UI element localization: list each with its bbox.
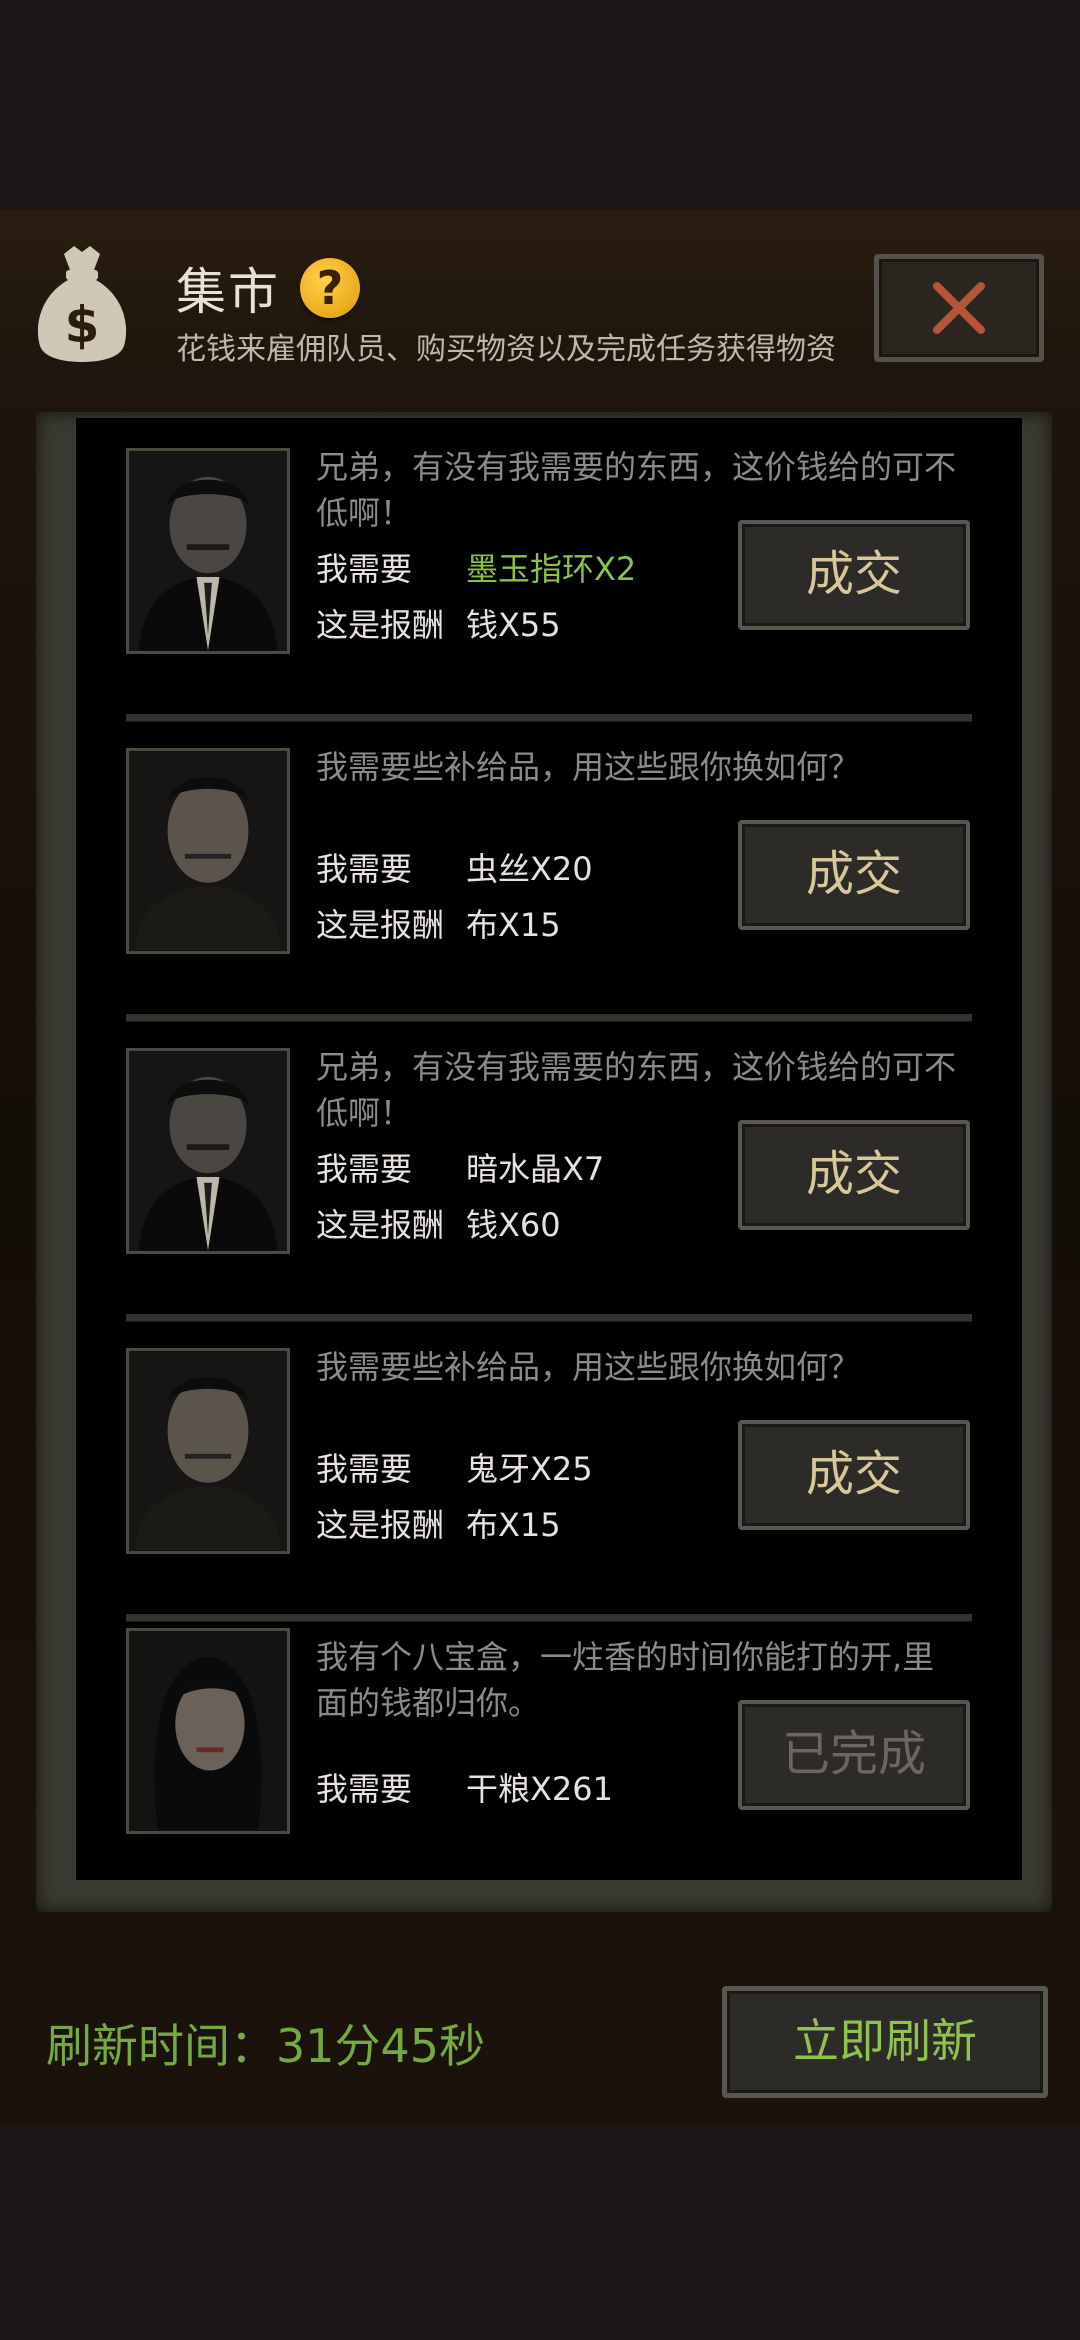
page-title: 集市 [176, 263, 280, 321]
close-button[interactable] [874, 254, 1044, 362]
reward-item: 钱X60 [466, 1206, 561, 1244]
need-item: 墨玉指环X2 [466, 550, 637, 588]
need-item: 干粮X261 [466, 1770, 614, 1808]
deal-button[interactable]: 成交 [738, 1420, 970, 1530]
market-dialog: $ 集市 ? 花钱来雇佣队员、购买物资以及完成任务获得物资 兄弟，有没有我需要的… [0, 210, 1080, 2126]
reward-label: 这是报酬 [316, 606, 445, 644]
trade-list[interactable]: 兄弟，有没有我需要的东西，这价钱给的可不低啊！ 我需要 墨玉指环X2 这是报酬 钱X55… [76, 418, 1022, 1880]
need-item: 虫丝X20 [466, 850, 593, 888]
man-suit-portrait [126, 448, 290, 654]
need-label: 我需要 [316, 1450, 413, 1488]
market-header: $ 集市 ? 花钱来雇佣队员、购买物资以及完成任务获得物资 [0, 210, 1080, 410]
man-rough-portrait [126, 748, 290, 954]
trade-message: 我需要些补给品，用这些跟你换如何？ [316, 748, 861, 786]
man-suit-portrait [126, 1048, 290, 1254]
need-item: 暗水晶X7 [466, 1150, 605, 1188]
divider [126, 1014, 972, 1022]
need-label: 我需要 [316, 1150, 413, 1188]
divider [126, 714, 972, 722]
trade-message: 我需要些补给品，用这些跟你换如何？ [316, 1348, 861, 1386]
refresh-now-button[interactable]: 立即刷新 [722, 1986, 1048, 2098]
need-label: 我需要 [316, 1770, 413, 1808]
divider [126, 1314, 972, 1322]
question-icon[interactable]: ? [300, 258, 360, 318]
need-label: 我需要 [316, 850, 413, 888]
need-label: 我需要 [316, 550, 413, 588]
need-item: 鬼牙X25 [466, 1450, 593, 1488]
man-rough-portrait [126, 1348, 290, 1554]
reward-item: 布X15 [466, 906, 561, 944]
reward-item: 钱X55 [466, 606, 561, 644]
trade-card: 兄弟，有没有我需要的东西，这价钱给的可不低啊！ 我需要 墨玉指环X2 这是报酬 钱X55… [126, 424, 972, 724]
reward-item: 布X15 [466, 1506, 561, 1544]
page-subtitle: 花钱来雇佣队员、购买物资以及完成任务获得物资 [176, 332, 836, 367]
trade-card: 我需要些补给品，用这些跟你换如何？ 我需要 鬼牙X25 这是报酬 布X15 成交 [126, 1324, 972, 1624]
svg-text:$: $ [65, 296, 100, 354]
trade-card: 我有个八宝盒，一炷香的时间你能打的开,里面的钱都归你。 我需要 干粮X261 已完成 [126, 1614, 972, 1914]
reward-label: 这是报酬 [316, 1206, 445, 1244]
completed-button: 已完成 [738, 1700, 970, 1810]
money-bag-icon: $ [37, 246, 127, 362]
trade-card: 兄弟，有没有我需要的东西，这价钱给的可不低啊！ 我需要 暗水晶X7 这是报酬 钱X60 成… [126, 1024, 972, 1324]
refresh-time: 刷新时间：31分45秒 [46, 2019, 486, 2073]
trade-list-frame: 兄弟，有没有我需要的东西，这价钱给的可不低啊！ 我需要 墨玉指环X2 这是报酬 钱X55… [36, 412, 1052, 1912]
woman-portrait [126, 1628, 290, 1834]
deal-button[interactable]: 成交 [738, 820, 970, 930]
deal-button[interactable]: 成交 [738, 1120, 970, 1230]
deal-button[interactable]: 成交 [738, 520, 970, 630]
trade-card: 我需要些补给品，用这些跟你换如何？ 我需要 虫丝X20 这是报酬 布X15 成交 [126, 724, 972, 1024]
reward-label: 这是报酬 [316, 1506, 445, 1544]
close-icon [933, 282, 985, 334]
reward-label: 这是报酬 [316, 906, 445, 944]
